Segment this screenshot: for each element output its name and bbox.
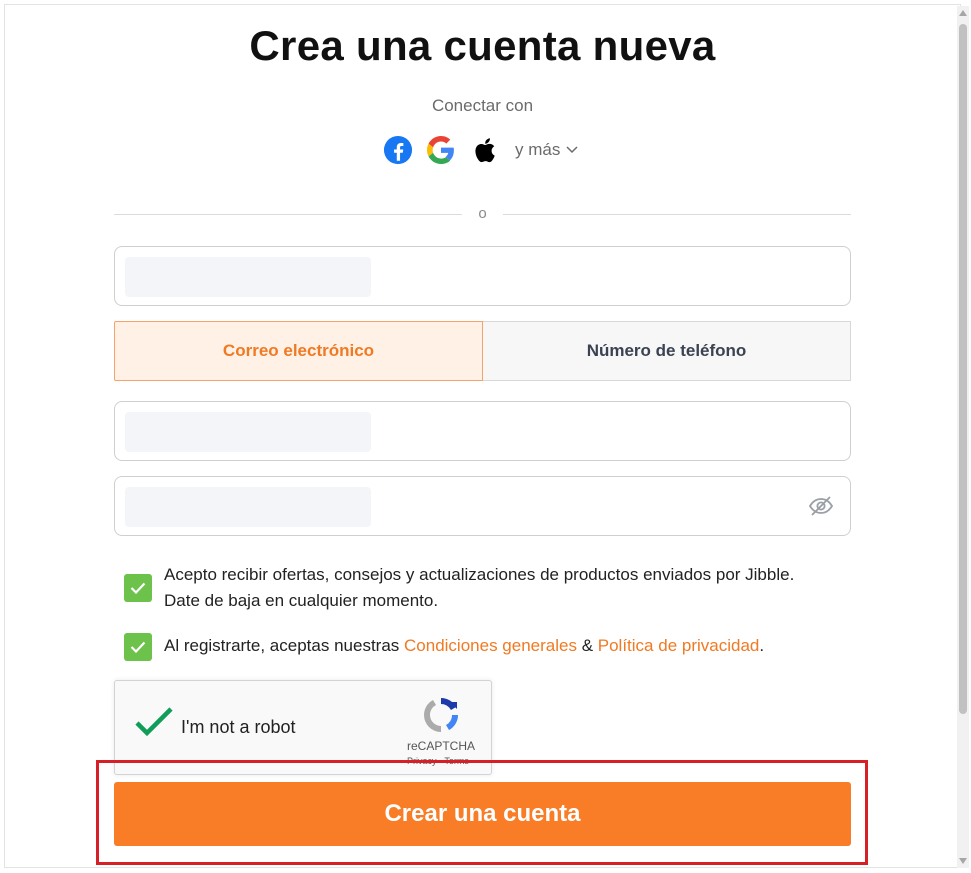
tab-phone[interactable]: Número de teléfono: [483, 321, 851, 381]
divider-line-right: [503, 214, 851, 215]
password-field[interactable]: [114, 476, 851, 536]
scrollbar-thumb[interactable]: [959, 24, 967, 714]
terms-suffix: .: [759, 636, 765, 655]
scroll-up-arrow[interactable]: [959, 10, 967, 16]
chevron-down-icon: [566, 146, 578, 154]
more-label: y más: [515, 140, 561, 159]
create-account-button[interactable]: Crear una cuenta: [114, 782, 851, 846]
recaptcha-checkbox[interactable]: [135, 707, 173, 742]
connect-with-label: Conectar con: [431, 96, 534, 115]
terms-consent-text: Al registrarte, aceptas nuestras Condici…: [164, 633, 764, 659]
tab-email[interactable]: Correo electrónico: [114, 321, 483, 381]
recaptcha-label: I'm not a robot: [181, 717, 296, 737]
checkmark-icon: [130, 641, 146, 653]
more-providers-dropdown[interactable]: y más: [515, 140, 578, 160]
terms-prefix: Al registrarte, aceptas nuestras: [164, 636, 405, 655]
name-input[interactable]: [125, 257, 371, 297]
terms-link[interactable]: Condiciones generales: [404, 636, 577, 655]
or-divider: o: [114, 205, 851, 223]
offers-line-2: Date de baja en cualquier momento.: [164, 591, 439, 610]
recaptcha-brand: reCAPTCHA: [407, 739, 476, 753]
checkmark-icon: [130, 582, 146, 594]
scroll-down-arrow[interactable]: [959, 858, 967, 864]
terms-consent: Al registrarte, aceptas nuestras Condici…: [124, 633, 764, 661]
green-check-icon: [135, 707, 173, 737]
terms-amp: &: [576, 636, 598, 655]
name-field[interactable]: [114, 246, 851, 306]
password-input[interactable]: [125, 487, 371, 527]
email-field[interactable]: [114, 401, 851, 461]
offers-checkbox[interactable]: [124, 574, 152, 602]
social-login-row: y más: [382, 134, 578, 166]
contact-method-tabs: Correo electrónico Número de teléfono: [114, 321, 851, 381]
privacy-link[interactable]: Política de privacidad: [598, 636, 760, 655]
eye-off-icon[interactable]: [808, 495, 834, 522]
offers-consent-text: Acepto recibir ofertas, consejos y actua…: [164, 562, 794, 614]
apple-icon[interactable]: [468, 134, 500, 166]
terms-checkbox[interactable]: [124, 633, 152, 661]
offers-line-1: Acepto recibir ofertas, consejos y actua…: [164, 565, 795, 584]
recaptcha-logo-icon: [421, 695, 461, 740]
email-input[interactable]: [125, 412, 371, 452]
scrollbar[interactable]: [957, 6, 969, 868]
page-title: Crea una cuenta nueva: [249, 22, 716, 69]
google-icon[interactable]: [425, 134, 457, 166]
offers-consent: Acepto recibir ofertas, consejos y actua…: [124, 562, 794, 614]
facebook-icon[interactable]: [382, 134, 414, 166]
